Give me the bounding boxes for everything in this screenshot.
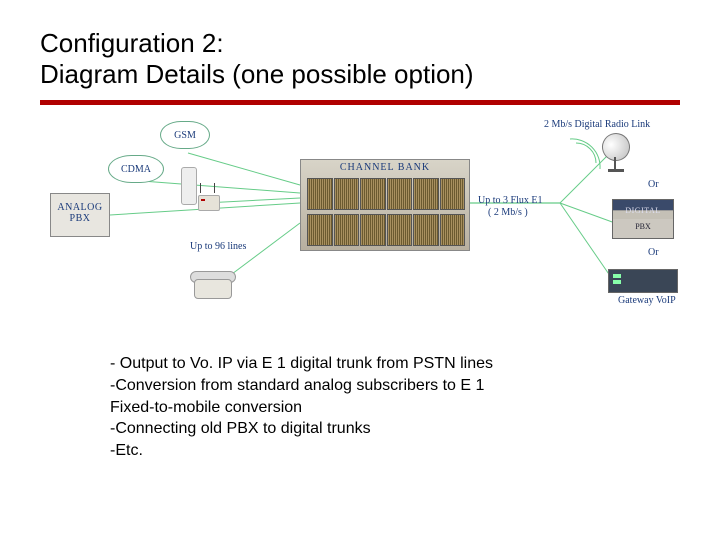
analog-pbx-box: ANALOG PBX [50,193,110,237]
gsm-antenna-icon [180,167,198,211]
flux-label-2: ( 2 Mb/s ) [488,207,528,218]
wifi-ap-icon [198,187,220,211]
bullet-3: Fixed-to-mobile conversion [110,397,620,419]
title-line-2: Diagram Details (one possible option) [40,59,474,89]
bullet-list: - Output to Vo. IP via E 1 digital trunk… [110,353,620,461]
digital-pbx-label-2: PBX [635,222,651,231]
digital-pbx-label-1: DIGITAL [625,206,660,215]
gateway-voip-box [608,269,678,293]
dish-antenna-icon [602,133,636,167]
cdma-label: CDMA [121,164,151,175]
network-diagram: GSM CDMA ANALOG PBX Up to 96 lines [40,123,680,323]
gateway-label: Gateway VoIP [618,295,676,306]
flux-label-1: Up to 3 Flux E1 [478,195,542,206]
gsm-cloud: GSM [160,121,210,149]
title-divider [40,100,680,105]
channel-bank: CHANNEL BANK [300,159,470,251]
gsm-label: GSM [174,130,196,141]
slide-title: Configuration 2: Diagram Details (one po… [40,28,680,90]
bullet-4: -Connecting old PBX to digital trunks [110,418,620,440]
phone-icon [190,265,234,299]
bullet-2: -Conversion from standard analog subscri… [110,375,620,397]
or-label-1: Or [648,179,659,190]
or-label-2: Or [648,247,659,258]
bullet-1: - Output to Vo. IP via E 1 digital trunk… [110,353,620,375]
bullet-5: -Etc. [110,440,620,462]
analog-pbx-label-2: PBX [51,213,109,224]
channel-bank-label: CHANNEL BANK [301,162,469,173]
digital-pbx-box: DIGITAL PBX [612,199,674,239]
analog-pbx-label-1: ANALOG [51,202,109,213]
cdma-cloud: CDMA [108,155,164,183]
radio-link-label: 2 Mb/s Digital Radio Link [544,119,650,130]
lines-count-label: Up to 96 lines [190,241,246,252]
title-line-1: Configuration 2: [40,28,224,58]
